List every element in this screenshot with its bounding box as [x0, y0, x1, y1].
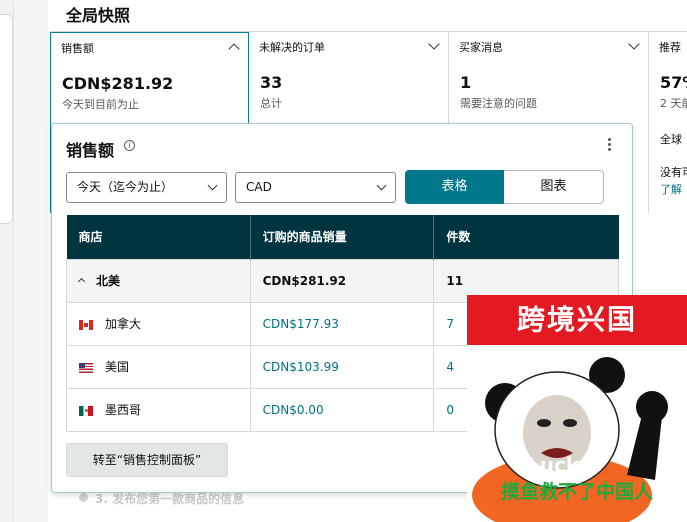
currency-select[interactable]: CAD [235, 172, 396, 203]
meme-sticker: 跨境兴国 Luck 摸鱼救不了中国人 [467, 295, 687, 522]
metric-value: 57% [660, 73, 687, 92]
sales-link[interactable]: CDN$0.00 [249, 387, 435, 432]
metric-label: 未解决的订单 [259, 41, 325, 54]
us-flag-icon [79, 362, 93, 373]
metric-value: CDN$281.92 [62, 74, 174, 93]
sales-link[interactable]: CDN$103.99 [249, 344, 435, 389]
store-cell: 美国 [66, 344, 251, 389]
info-icon[interactable]: i [124, 140, 135, 151]
chevron-down-icon [376, 180, 387, 191]
metric-sub: 今天到目前为止 [62, 98, 139, 111]
mexico-flag-icon [79, 405, 93, 416]
store-name: 美国 [105, 360, 130, 374]
currency-select-value: CAD [246, 180, 272, 194]
period-select-value: 今天（迄今为止） [77, 180, 174, 194]
side-text: 没有可 [660, 166, 687, 179]
view-chart-button[interactable]: 图表 [504, 170, 604, 204]
metric-label: 推荐 [659, 41, 681, 54]
left-nav-card [0, 14, 13, 224]
meme-banner: 跨境兴国 [467, 295, 687, 345]
store-cell: 加拿大 [66, 301, 251, 346]
metric-sub: 2 天前 [660, 97, 687, 110]
meme-shirt-text: Luck [527, 453, 580, 477]
store-name: 加拿大 [105, 317, 142, 331]
metric-sub: 需要注意的问题 [460, 97, 537, 110]
column-header: 订购的商品销量 [250, 215, 435, 259]
metric-value: 1 [460, 73, 472, 92]
panel-title: 销售额 [66, 141, 115, 160]
sales-cell: CDN$281.92 [249, 258, 435, 303]
metric-sub: 总计 [260, 97, 282, 110]
store-name: 墨西哥 [105, 403, 142, 417]
sales-link[interactable]: CDN$177.93 [249, 301, 435, 346]
metric-label: 销售额 [61, 42, 94, 55]
canada-flag-icon [79, 319, 93, 330]
caret-up-icon[interactable] [77, 277, 86, 286]
store-cell: 墨西哥 [66, 387, 251, 432]
table-header-row: 商店 订购的商品销量 件数 [66, 215, 619, 259]
step-dot-icon [79, 493, 88, 502]
side-text: 全球 [660, 133, 682, 146]
column-header: 商店 [66, 215, 251, 259]
metric-label: 买家消息 [459, 41, 503, 54]
meme-caption: 摸鱼救不了中国人 [500, 481, 653, 503]
view-table-button[interactable]: 表格 [405, 170, 504, 204]
store-cell: 北美 [66, 258, 251, 303]
more-options-icon[interactable] [608, 138, 612, 153]
period-select[interactable]: 今天（迄今为止） [66, 172, 227, 203]
metric-value: 33 [260, 73, 283, 92]
goto-sales-dashboard-button[interactable]: 转至“销售控制面板” [66, 443, 228, 477]
chevron-down-icon [207, 180, 218, 191]
side-link[interactable]: 了解 [660, 181, 682, 197]
section-title: 全局快照 [66, 6, 131, 25]
column-header: 件数 [433, 215, 619, 259]
store-name: 北美 [96, 274, 121, 288]
